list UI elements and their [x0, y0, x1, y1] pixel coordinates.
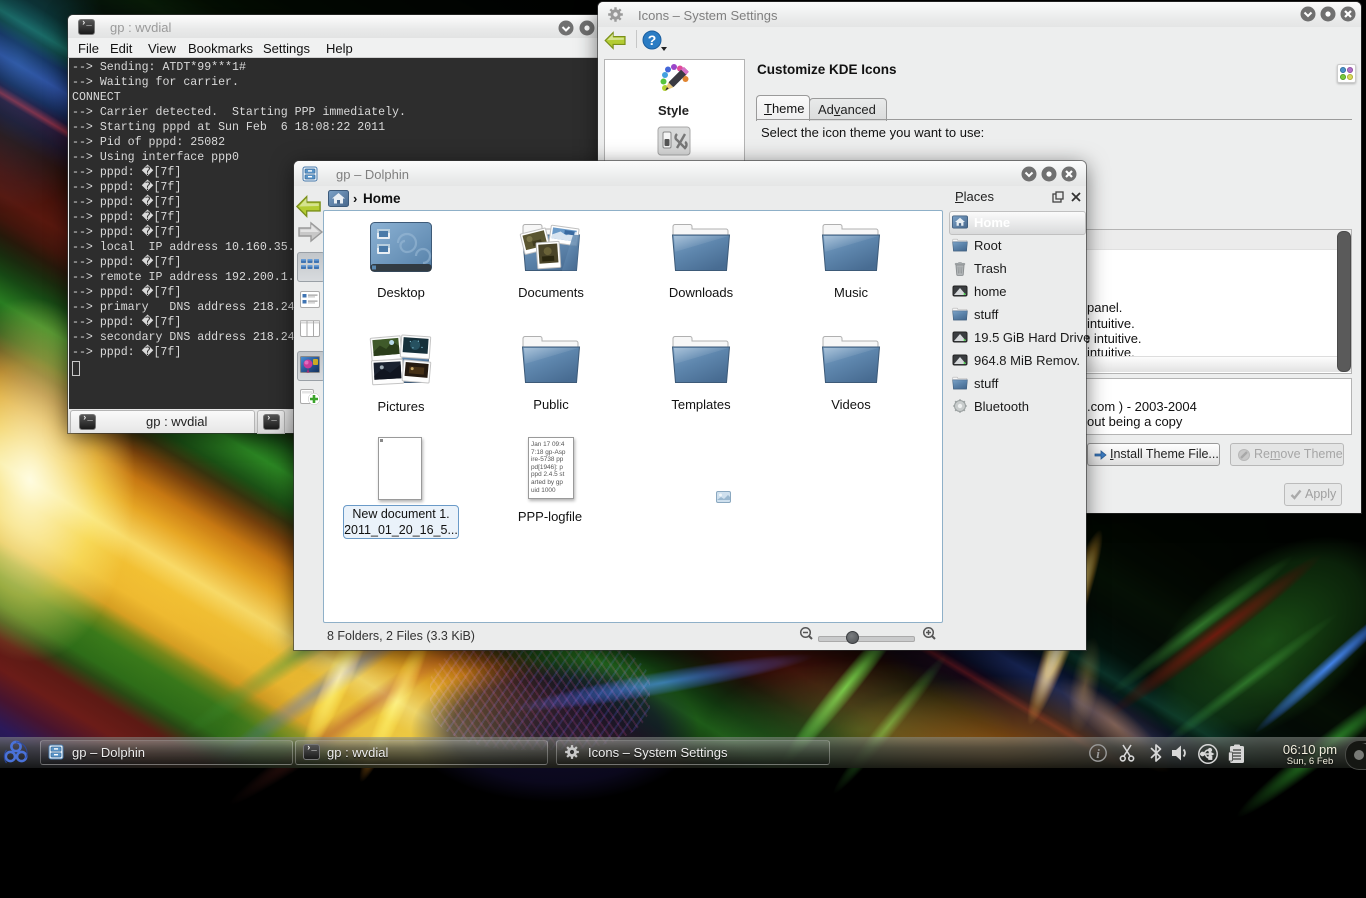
svg-text:?: ? [648, 32, 657, 48]
svg-text:i: i [1096, 746, 1100, 761]
